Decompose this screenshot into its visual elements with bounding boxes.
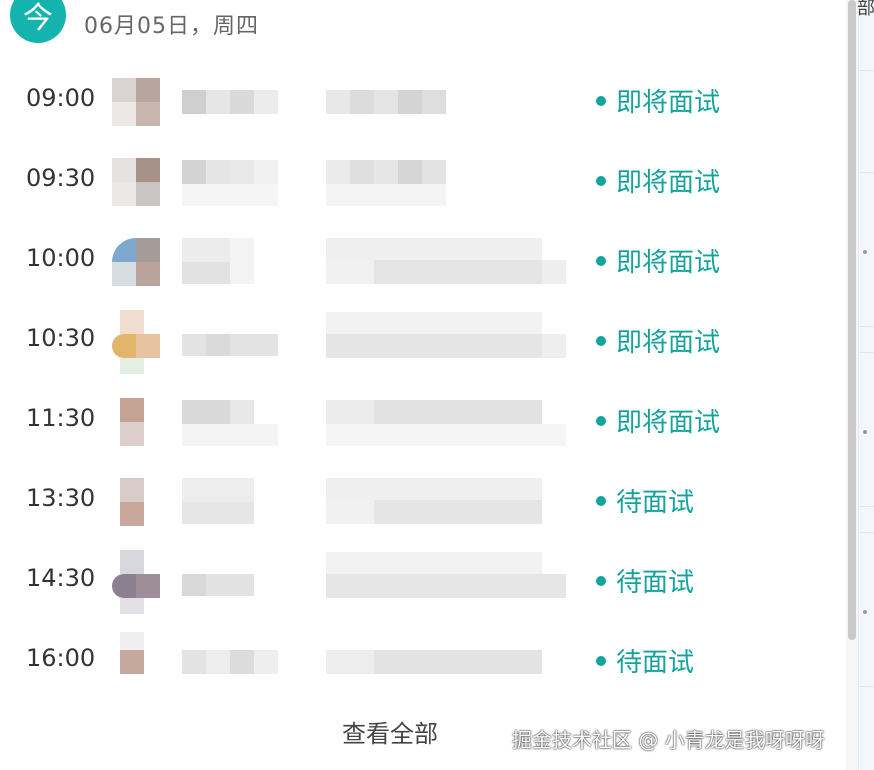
- interview-status: 即将面试: [596, 82, 720, 119]
- position-redacted: [326, 238, 566, 286]
- interview-status: 即将面试: [596, 162, 720, 199]
- interview-row[interactable]: 10:00 即将面试: [0, 222, 858, 302]
- date-label: 06月05日，周四: [84, 14, 259, 39]
- interview-status: 待面试: [596, 562, 694, 599]
- view-all-link[interactable]: 查看全部: [342, 714, 438, 749]
- candidate-name-redacted: [182, 238, 254, 286]
- candidate-avatar: [112, 158, 160, 206]
- position-redacted: [326, 398, 566, 446]
- status-label: 即将面试: [616, 248, 721, 278]
- interview-time: 10:00: [26, 244, 96, 272]
- status-label: 待面试: [616, 488, 695, 518]
- interview-time: 16:00: [26, 644, 96, 672]
- status-dot: [596, 575, 606, 586]
- status-dot: [596, 95, 606, 106]
- position-redacted: [326, 158, 446, 206]
- interview-time: 13:30: [26, 484, 96, 512]
- interview-row[interactable]: 16:00 待面试: [0, 622, 858, 702]
- interview-status: 待面试: [596, 642, 694, 679]
- schedule-panel: 今 06月05日，周四 09:00 即将面试 09:30 即将面试 10:00 …: [0, 0, 858, 770]
- candidate-name-redacted: [182, 638, 278, 686]
- status-label: 待面试: [616, 648, 695, 678]
- position-redacted: [326, 552, 566, 606]
- status-label: 即将面试: [616, 408, 721, 438]
- status-label: 即将面试: [616, 88, 721, 118]
- today-badge: 今: [10, 0, 66, 43]
- candidate-avatar: [112, 398, 160, 446]
- candidate-avatar: [112, 310, 160, 374]
- candidate-name-redacted: [182, 318, 278, 366]
- interview-status: 待面试: [596, 482, 694, 519]
- status-dot: [596, 175, 606, 186]
- interview-status: 即将面试: [596, 242, 720, 279]
- candidate-avatar: [112, 632, 160, 686]
- candidate-avatar: [112, 550, 160, 614]
- interview-time: 11:30: [26, 404, 96, 432]
- position-redacted: [326, 78, 446, 126]
- interview-status: 即将面试: [596, 322, 720, 359]
- background-page-edge: 部: [857, 0, 874, 770]
- status-dot: [596, 255, 606, 266]
- candidate-avatar: [112, 78, 160, 126]
- position-redacted: [326, 638, 542, 686]
- candidate-name-redacted: [182, 398, 278, 446]
- position-redacted: [326, 312, 566, 366]
- watermark-text: 掘金技术社区 @ 小青龙是我呀呀呀: [512, 728, 825, 752]
- interview-row[interactable]: 09:00 即将面试: [0, 62, 858, 142]
- candidate-name-redacted: [182, 558, 254, 606]
- candidate-name-redacted: [182, 78, 278, 126]
- status-label: 待面试: [616, 568, 695, 598]
- candidate-name-redacted: [182, 158, 278, 206]
- status-label: 即将面试: [616, 168, 721, 198]
- truncated-label: 部: [857, 0, 874, 19]
- interview-row[interactable]: 11:30 即将面试: [0, 382, 858, 462]
- candidate-name-redacted: [182, 478, 254, 526]
- position-redacted: [326, 478, 566, 526]
- interview-row[interactable]: 14:30 待面试: [0, 542, 858, 622]
- interview-row[interactable]: 09:30 即将面试: [0, 142, 858, 222]
- interview-list: 09:00 即将面试 09:30 即将面试 10:00 即将面试 10:30 即…: [0, 62, 858, 702]
- candidate-avatar: [112, 238, 160, 286]
- interview-row[interactable]: 10:30 即将面试: [0, 302, 858, 382]
- interview-time: 09:00: [26, 84, 96, 112]
- date-header: 今 06月05日，周四: [10, 0, 259, 48]
- interview-row[interactable]: 13:30 待面试: [0, 462, 858, 542]
- scrollbar-thumb[interactable]: [848, 0, 856, 640]
- status-dot: [596, 335, 606, 346]
- status-label: 即将面试: [616, 328, 721, 358]
- status-dot: [596, 655, 606, 666]
- candidate-avatar: [112, 478, 160, 526]
- interview-time: 09:30: [26, 164, 96, 192]
- interview-status: 即将面试: [596, 402, 720, 439]
- interview-time: 10:30: [26, 324, 96, 352]
- status-dot: [596, 495, 606, 506]
- status-dot: [596, 415, 606, 426]
- interview-time: 14:30: [26, 564, 96, 592]
